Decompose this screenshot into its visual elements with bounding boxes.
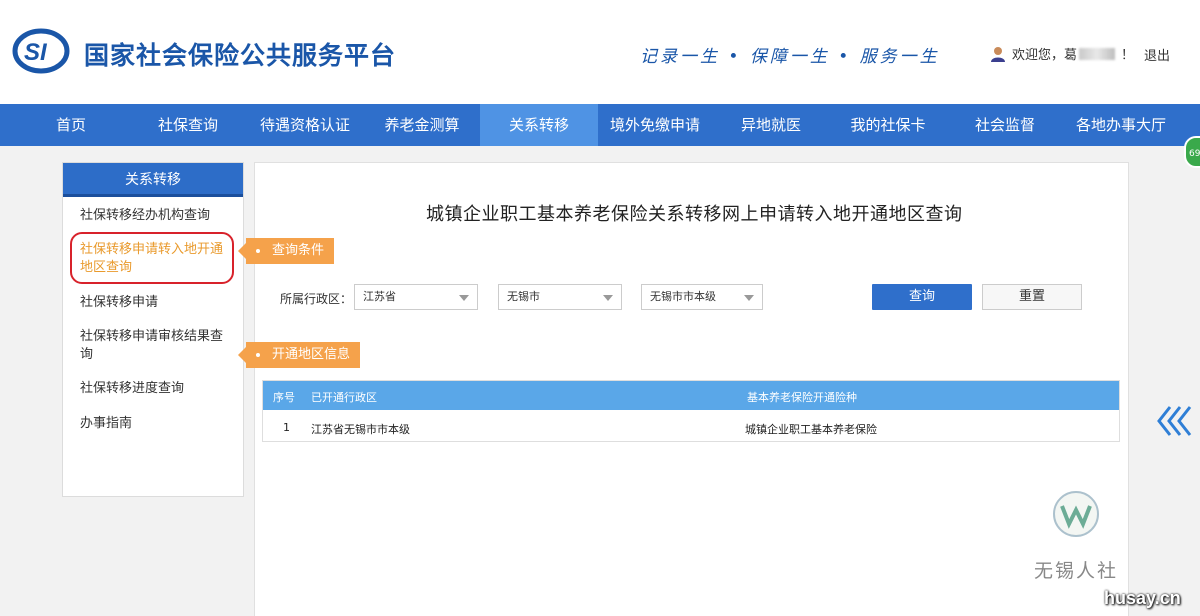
column-header-insurance-type: 基本养老保险开通险种 xyxy=(747,391,857,404)
welcome-text: 欢迎您，葛 xyxy=(1012,48,1078,63)
column-header-region: 已开通行政区 xyxy=(311,391,377,404)
sidebar-item-progress-query[interactable]: 社保转移进度查询 xyxy=(80,380,230,398)
nav-item-local-service-halls[interactable]: 各地办事大厅 xyxy=(1066,104,1176,146)
table-cell-region: 江苏省无锡市市本级 xyxy=(311,423,410,436)
page-title: 城镇企业职工基本养老保险关系转移网上申请转入地开通地区查询 xyxy=(426,204,963,225)
nav-item-benefit-certification[interactable]: 待遇资格认证 xyxy=(250,104,360,146)
column-header-index: 序号 xyxy=(273,391,295,404)
district-select-value: 无锡市市本级 xyxy=(650,290,716,303)
site-title[interactable]: 国家社会保险公共服务平台 xyxy=(84,36,396,72)
nav-item-social-security-query[interactable]: 社保查询 xyxy=(140,104,236,146)
sidebar-item-transfer-apply[interactable]: 社保转移申请 xyxy=(80,294,230,312)
district-select[interactable]: 无锡市市本级 xyxy=(641,284,763,310)
main-nav: 首页 社保查询 待遇资格认证 养老金测算 关系转移 境外免缴申请 异地就医 我的… xyxy=(0,104,1200,146)
si-logo-icon[interactable]: SI xyxy=(12,28,70,74)
sidebar-item-review-result-query[interactable]: 社保转移申请审核结果查询 xyxy=(80,328,232,364)
nav-item-social-supervision[interactable]: 社会监督 xyxy=(960,104,1050,146)
reset-button[interactable]: 重置 xyxy=(982,284,1082,310)
user-greeting: 欢迎您，葛 ！ xyxy=(990,44,1134,63)
chevron-down-icon xyxy=(459,295,469,301)
city-select-value: 无锡市 xyxy=(507,290,540,303)
table-cell-insurance-type: 城镇企业职工基本养老保险 xyxy=(745,423,877,436)
sidebar-title: 关系转移 xyxy=(63,163,243,197)
province-select-value: 江苏省 xyxy=(363,290,396,303)
logout-link[interactable]: 退出 xyxy=(1144,45,1170,64)
nav-item-pension-calculator[interactable]: 养老金测算 xyxy=(372,104,472,146)
nav-item-overseas-exemption[interactable]: 境外免缴申请 xyxy=(602,104,708,146)
open-region-info-tag: 开通地区信息 xyxy=(237,342,361,368)
watermark-site: husay.cn xyxy=(1104,588,1181,608)
user-avatar-icon xyxy=(991,46,1005,62)
city-select[interactable]: 无锡市 xyxy=(498,284,622,310)
region-label: 所属行政区： xyxy=(280,292,353,306)
table-header: 序号 已开通行政区 基本养老保险开通险种 xyxy=(263,381,1119,410)
nav-item-relation-transfer[interactable]: 关系转移 xyxy=(480,104,598,146)
sidebar-item-guide[interactable]: 办事指南 xyxy=(80,415,230,433)
blurred-username xyxy=(1079,47,1116,60)
nav-item-my-social-card[interactable]: 我的社保卡 xyxy=(838,104,938,146)
site-header: SI 国家社会保险公共服务平台 记录一生 • 保障一生 • 服务一生 欢迎您，葛… xyxy=(0,0,1200,104)
table-cell-index: 1 xyxy=(283,421,290,434)
query-button[interactable]: 查询 xyxy=(872,284,972,310)
highlight-ring xyxy=(70,232,234,284)
side-badge[interactable]: 69 xyxy=(1184,136,1200,168)
chevron-down-icon xyxy=(744,295,754,301)
welcome-suffix: ！ xyxy=(1121,48,1135,63)
svg-text:SI: SI xyxy=(24,39,48,66)
sidebar-item-agency-query[interactable]: 社保转移经办机构查询 xyxy=(80,207,230,225)
chevron-down-icon xyxy=(603,295,613,301)
results-table: 序号 已开通行政区 基本养老保险开通险种 1 江苏省无锡市市本级 城镇企业职工基… xyxy=(262,380,1120,442)
double-chevron-left-icon[interactable] xyxy=(1156,404,1196,438)
slogan: 记录一生 • 保障一生 • 服务一生 xyxy=(640,47,940,67)
nav-item-home[interactable]: 首页 xyxy=(30,104,112,146)
nav-item-remote-medical[interactable]: 异地就医 xyxy=(728,104,814,146)
query-conditions-tag: 查询条件 xyxy=(237,238,335,264)
province-select[interactable]: 江苏省 xyxy=(354,284,478,310)
wuxi-hrss-logo-icon xyxy=(1053,491,1099,537)
watermark-org: 无锡人社 xyxy=(1034,560,1119,582)
